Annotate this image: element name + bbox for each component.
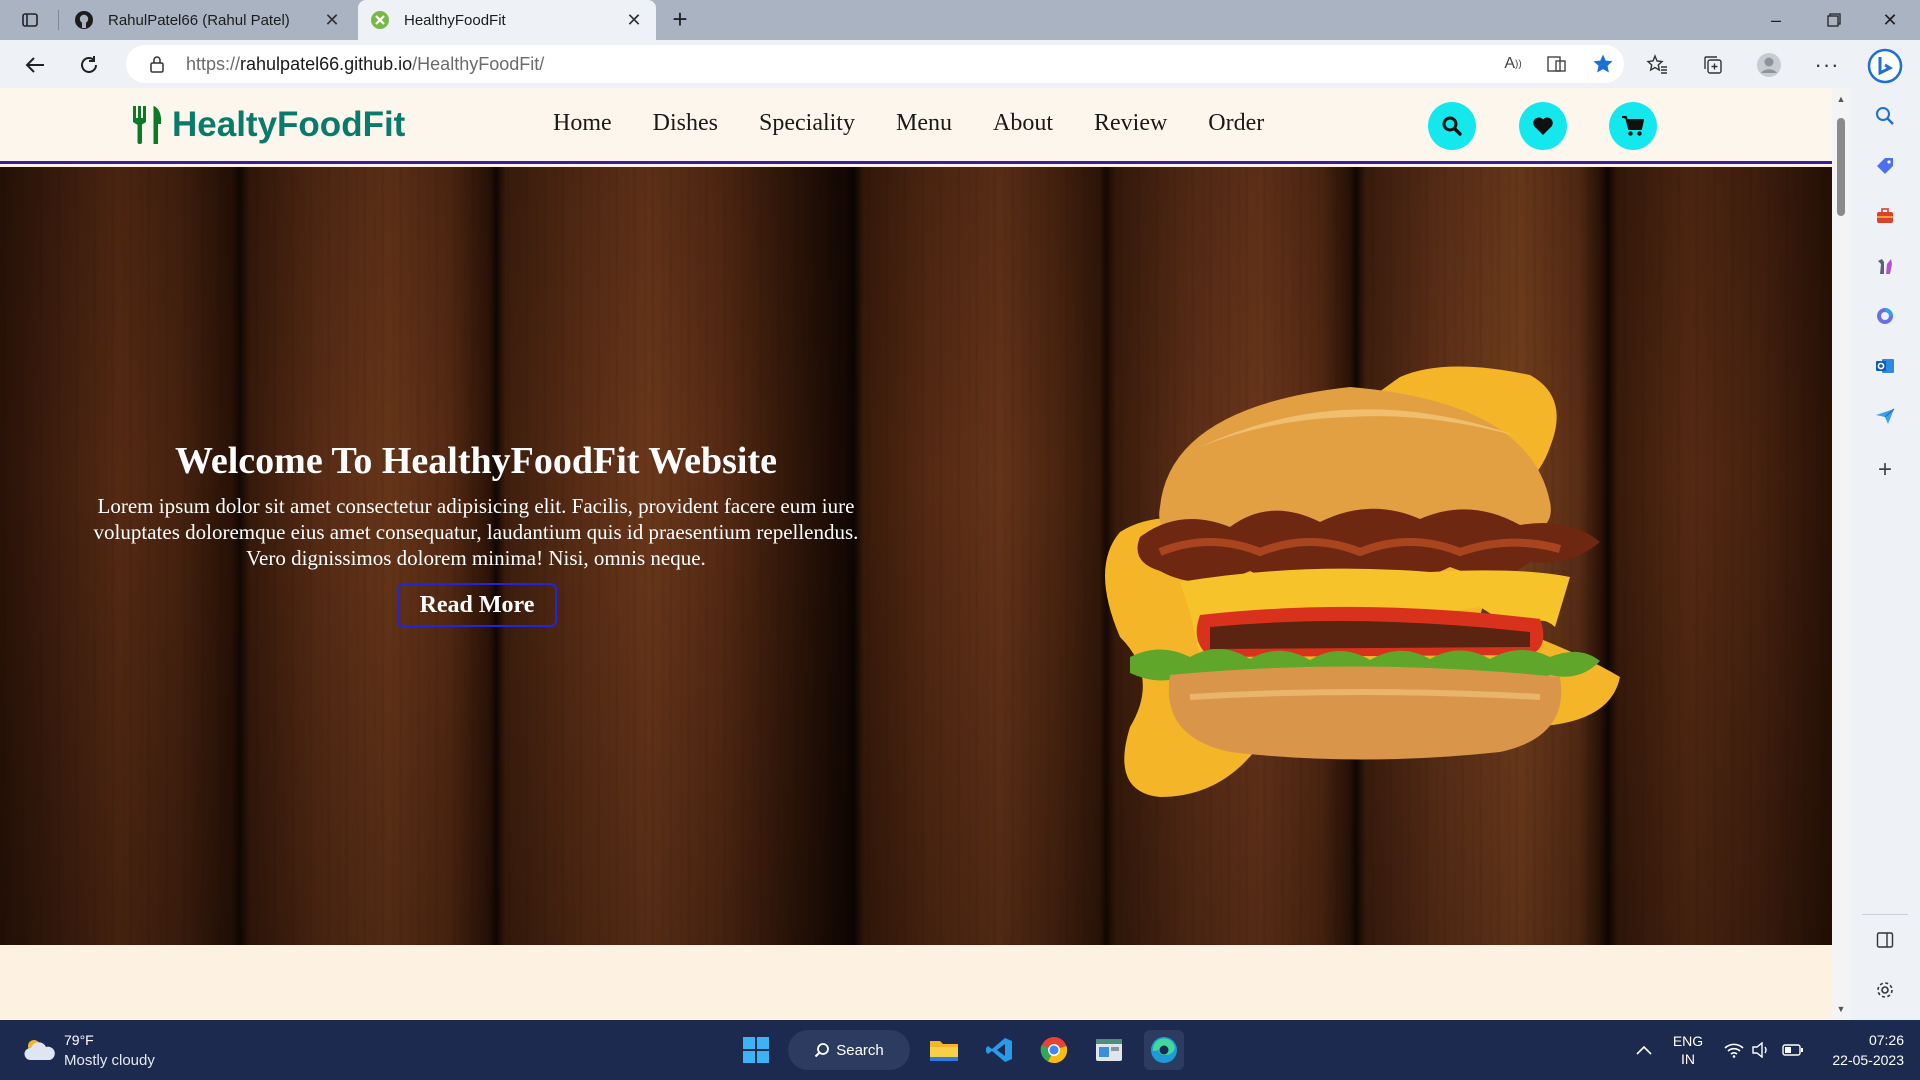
vscode-icon[interactable] bbox=[979, 1030, 1019, 1070]
microsoft-365-icon[interactable] bbox=[1873, 304, 1897, 328]
favorite-star-icon[interactable] bbox=[1592, 53, 1614, 75]
tab-title: HealthyFoodFit bbox=[404, 11, 506, 29]
tab-healthyfoodfit[interactable]: HealthyFoodFit ✕ bbox=[358, 0, 656, 40]
language-region: IN bbox=[1681, 1051, 1695, 1067]
url-text[interactable]: https://rahulpatel66.github.io/HealthyFo… bbox=[186, 54, 544, 75]
address-bar[interactable]: https://rahulpatel66.github.io/HealthyFo… bbox=[126, 45, 1624, 83]
nav-menu[interactable]: Menu bbox=[896, 110, 952, 137]
heart-icon[interactable] bbox=[1519, 102, 1567, 150]
lock-icon[interactable] bbox=[148, 55, 166, 73]
taskbar-search-label: Search bbox=[836, 1041, 884, 1059]
minimize-icon[interactable]: – bbox=[1748, 0, 1804, 40]
games-icon[interactable] bbox=[1873, 254, 1897, 278]
file-explorer-icon[interactable] bbox=[924, 1030, 964, 1070]
profile-avatar-icon[interactable] bbox=[1756, 52, 1782, 78]
new-tab-icon[interactable]: + bbox=[666, 6, 694, 34]
search-icon[interactable] bbox=[1873, 104, 1897, 128]
refresh-icon[interactable] bbox=[74, 50, 104, 80]
hero-section: Welcome To HealthyFoodFit Website Lorem … bbox=[0, 167, 1832, 945]
nav-home[interactable]: Home bbox=[553, 110, 612, 137]
tab-github[interactable]: RahulPatel66 (Rahul Patel) ✕ bbox=[62, 0, 354, 40]
chrome-icon[interactable] bbox=[1034, 1030, 1074, 1070]
scroll-up-icon[interactable]: ▲ bbox=[1836, 94, 1846, 104]
page-scrollbar[interactable]: ▲ ▼ bbox=[1832, 88, 1850, 1020]
tab-actions-icon[interactable] bbox=[18, 10, 42, 30]
add-icon[interactable]: + bbox=[1873, 456, 1897, 483]
nav-about[interactable]: About bbox=[993, 110, 1053, 137]
nav-order[interactable]: Order bbox=[1208, 110, 1264, 137]
terminal-app-icon[interactable] bbox=[1089, 1030, 1129, 1070]
burger-image bbox=[1105, 366, 1620, 797]
close-icon[interactable]: ✕ bbox=[322, 10, 342, 30]
edge-browser-icon[interactable] bbox=[1144, 1030, 1184, 1070]
nav-review[interactable]: Review bbox=[1094, 110, 1167, 137]
sidebar-divider bbox=[1862, 914, 1908, 915]
site-header: HealtyFoodFit Home Dishes Speciality Men… bbox=[0, 88, 1832, 164]
fork-knife-icon bbox=[133, 106, 162, 144]
sidebar-toggle-icon[interactable] bbox=[1873, 928, 1897, 952]
back-icon[interactable] bbox=[20, 50, 50, 80]
shopping-tag-icon[interactable] bbox=[1873, 154, 1897, 178]
language-code: ENG bbox=[1672, 1033, 1704, 1049]
search-icon bbox=[815, 1043, 830, 1058]
page-viewport: HealtyFoodFit Home Dishes Speciality Men… bbox=[0, 88, 1832, 1020]
collections-icon[interactable] bbox=[1700, 52, 1726, 78]
scroll-down-icon[interactable]: ▼ bbox=[1836, 1004, 1846, 1014]
main-nav: Home Dishes Speciality Menu About Review… bbox=[553, 110, 1305, 137]
outlook-icon[interactable] bbox=[1873, 354, 1897, 378]
nav-dishes[interactable]: Dishes bbox=[653, 110, 718, 137]
logo-text: HealtyFoodFit bbox=[172, 105, 406, 144]
window-close-icon[interactable]: ✕ bbox=[1862, 0, 1918, 40]
tools-icon[interactable] bbox=[1873, 204, 1897, 228]
cart-icon[interactable] bbox=[1609, 102, 1657, 150]
hero-description: Lorem ipsum dolor sit amet consectetur a… bbox=[93, 494, 859, 570]
edge-sidebar: + bbox=[1850, 40, 1920, 1020]
read-more-button[interactable]: Read More bbox=[397, 583, 557, 627]
favorites-icon[interactable] bbox=[1644, 52, 1670, 78]
taskbar-search-button[interactable]: Search bbox=[788, 1030, 910, 1070]
tab-title: RahulPatel66 (Rahul Patel) bbox=[108, 11, 290, 29]
scrollbar-thumb[interactable] bbox=[1837, 118, 1845, 216]
bing-chat-icon[interactable] bbox=[1865, 46, 1905, 86]
tray-overflow-icon[interactable] bbox=[1636, 1020, 1652, 1080]
restore-icon[interactable] bbox=[1806, 0, 1862, 40]
windows-start-icon[interactable] bbox=[736, 1030, 776, 1070]
battery-icon[interactable] bbox=[1782, 1020, 1804, 1080]
close-icon[interactable]: ✕ bbox=[624, 10, 644, 30]
nav-speciality[interactable]: Speciality bbox=[759, 110, 855, 137]
language-indicator[interactable]: ENG IN bbox=[1670, 1020, 1706, 1080]
tab-strip: RahulPatel66 (Rahul Patel) ✕ HealthyFood… bbox=[0, 0, 1920, 40]
tab-separator bbox=[58, 10, 59, 30]
windows-taskbar: 79°F Mostly cloudy Search ENG IN 07:26 2… bbox=[0, 1020, 1920, 1080]
hero-title: Welcome To HealthyFoodFit Website bbox=[174, 440, 777, 482]
immersive-reader-icon[interactable] bbox=[1546, 53, 1568, 75]
read-aloud-icon[interactable]: A)) bbox=[1502, 53, 1524, 75]
weather-temperature[interactable]: 79°F bbox=[64, 1032, 94, 1048]
more-menu-icon[interactable]: ··· bbox=[1814, 52, 1840, 78]
volume-icon[interactable] bbox=[1752, 1020, 1772, 1080]
search-icon[interactable] bbox=[1428, 102, 1476, 150]
clock-time: 07:26 bbox=[1868, 1032, 1904, 1048]
weather-description[interactable]: Mostly cloudy bbox=[64, 1052, 155, 1069]
wifi-icon[interactable] bbox=[1724, 1020, 1744, 1080]
settings-gear-icon[interactable] bbox=[1873, 978, 1897, 1002]
site-favicon-icon bbox=[370, 10, 390, 30]
clock-date: 22-05-2023 bbox=[1832, 1052, 1904, 1068]
browser-toolbar: https://rahulpatel66.github.io/HealthyFo… bbox=[0, 40, 1920, 88]
github-icon bbox=[74, 10, 94, 30]
taskbar-clock[interactable]: 07:26 22-05-2023 bbox=[1818, 1030, 1904, 1070]
site-logo[interactable]: HealtyFoodFit bbox=[130, 104, 405, 146]
send-icon[interactable] bbox=[1873, 404, 1897, 428]
cloudy-weather-icon[interactable] bbox=[22, 1036, 56, 1062]
